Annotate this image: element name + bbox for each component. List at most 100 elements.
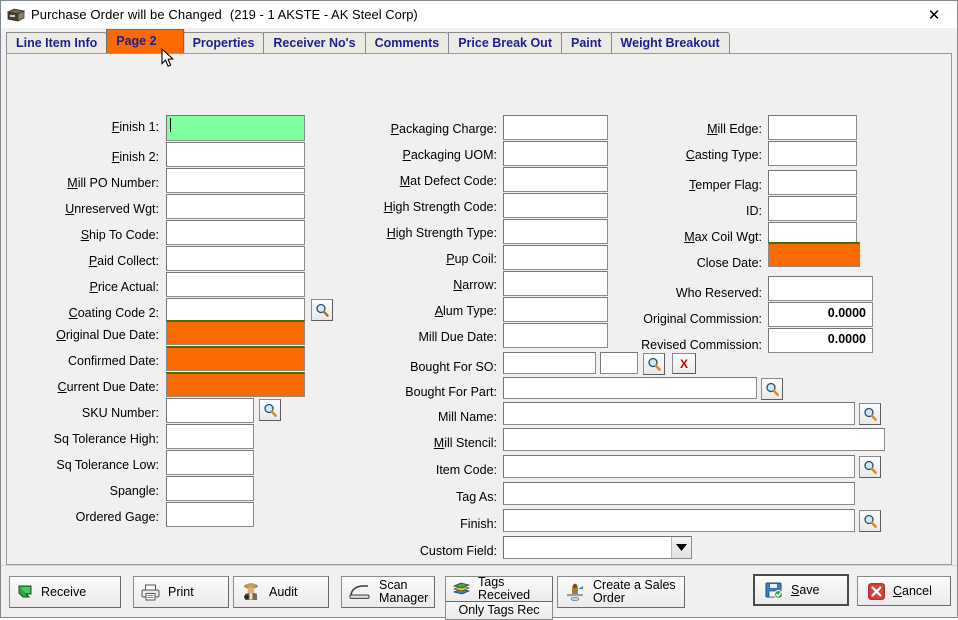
chevron-down-icon[interactable]: [671, 537, 691, 558]
original-due-date-input[interactable]: [166, 320, 305, 345]
original-commission-input[interactable]: 0.0000: [768, 302, 873, 327]
finish-2-input[interactable]: [166, 142, 305, 167]
tags-received-button[interactable]: Tags Received: [445, 576, 553, 602]
save-button[interactable]: Save: [753, 574, 849, 606]
high-strength-code-input[interactable]: [503, 193, 608, 218]
label-price-actual: Price Actual:: [89, 280, 159, 294]
label-pup-coil: Pup Coil:: [446, 252, 497, 266]
temper-flag-input[interactable]: [768, 170, 857, 195]
bought-for-part-lookup-magnifier-icon[interactable]: [761, 378, 783, 400]
label-id: ID:: [746, 204, 762, 218]
tab-weight-breakout[interactable]: Weight Breakout: [610, 32, 730, 53]
price-actual-input[interactable]: [166, 272, 305, 297]
tags-received-label: Tags Received: [478, 575, 531, 602]
audit-label: Audit: [269, 584, 298, 599]
confirmed-date-input[interactable]: [166, 346, 305, 371]
packaging-charge-input[interactable]: [503, 115, 608, 140]
revised-commission-input[interactable]: 0.0000: [768, 328, 873, 353]
tab-receiver-nos[interactable]: Receiver No's: [263, 32, 366, 53]
high-strength-type-input[interactable]: [503, 219, 608, 244]
current-due-date-input[interactable]: [166, 372, 305, 397]
bought-for-so-clear-x-icon[interactable]: X: [672, 353, 696, 374]
bought-for-part-input[interactable]: [503, 377, 757, 399]
tab-properties[interactable]: Properties: [182, 32, 265, 53]
label-mill-name: Mill Name:: [437, 410, 497, 424]
custom-field-combobox[interactable]: [503, 536, 692, 559]
mill-name-lookup-magnifier-icon[interactable]: [859, 403, 881, 425]
tab-price-break-out[interactable]: Price Break Out: [448, 32, 562, 53]
label-tag-as: Tag As:: [456, 490, 497, 504]
po-box-icon: [7, 7, 25, 23]
casting-type-input[interactable]: [768, 141, 857, 166]
receive-button[interactable]: Receive: [9, 576, 121, 608]
sales-order-icon: [565, 583, 585, 602]
label-ship-to-code: Ship To Code:: [80, 228, 159, 242]
finish-lookup-magnifier-icon[interactable]: [859, 510, 881, 532]
scan-manager-button[interactable]: Scan Manager: [341, 576, 435, 608]
scanner-icon: [349, 584, 371, 600]
audit-button[interactable]: Audit: [233, 576, 329, 608]
books-icon: [453, 581, 470, 597]
label-custom-field: Custom Field:: [419, 544, 497, 558]
close-date-input[interactable]: [768, 242, 860, 267]
label-finish-1: Finish 1:: [111, 120, 159, 134]
label-bought-for-so: Bought For SO:: [410, 360, 497, 374]
narrow-input[interactable]: [503, 271, 608, 296]
who-reserved-input[interactable]: [768, 276, 873, 301]
label-mat-defect-code: Mat Defect Code:: [399, 174, 497, 188]
pup-coil-input[interactable]: [503, 245, 608, 270]
label-coating-code-2: Coating Code 2:: [68, 306, 159, 320]
label-temper-flag: Temper Flag:: [689, 178, 762, 192]
label-alum-type: Alum Type:: [434, 304, 497, 318]
mat-defect-code-input[interactable]: [503, 167, 608, 192]
tab-comments[interactable]: Comments: [364, 32, 450, 53]
label-high-strength-type: High Strength Type:: [386, 226, 497, 240]
window-subtitle: (219 - 1 AKSTE - AK Steel Corp): [229, 7, 418, 22]
item-code-lookup-magnifier-icon[interactable]: [859, 456, 881, 478]
mill-stencil-input[interactable]: [503, 428, 885, 451]
spangle-input[interactable]: [166, 476, 254, 501]
mill-due-date-input[interactable]: [503, 323, 608, 348]
sq-tolerance-high-input[interactable]: [166, 424, 254, 449]
sku-number-lookup-magnifier-icon[interactable]: [259, 399, 281, 421]
mill-name-input[interactable]: [503, 402, 855, 425]
id-input[interactable]: [768, 196, 857, 221]
label-high-strength-code: High Strength Code:: [383, 200, 497, 214]
ordered-gage-input[interactable]: [166, 502, 254, 527]
bought-for-so-input[interactable]: [503, 352, 596, 374]
label-finish-2: Finish 2:: [111, 150, 159, 164]
mill-po-number-input[interactable]: [166, 168, 305, 193]
window-title: Purchase Order will be Changed: [31, 7, 222, 22]
label-sq-tolerance-high: Sq Tolerance High:: [53, 432, 159, 446]
finish-input[interactable]: [503, 509, 855, 532]
alum-type-input[interactable]: [503, 297, 608, 322]
tab-line-item-info[interactable]: Line Item Info: [6, 32, 108, 53]
close-icon[interactable]: ✕: [911, 1, 957, 28]
sku-number-input[interactable]: [166, 398, 254, 423]
receive-label: Receive: [41, 584, 87, 599]
only-tags-rec-label: Only Tags Rec: [458, 603, 540, 617]
tab-page-2[interactable]: Page 2: [106, 29, 184, 53]
ship-to-code-input[interactable]: [166, 220, 305, 245]
label-packaging-uom: Packaging UOM:: [402, 148, 498, 162]
sq-tolerance-low-input[interactable]: [166, 450, 254, 475]
create-sales-order-button[interactable]: Create a Sales Order: [557, 576, 685, 608]
unreserved-wgt-input[interactable]: [166, 194, 305, 219]
tag-as-input[interactable]: [503, 482, 855, 505]
print-button[interactable]: Print: [133, 576, 229, 608]
label-revised-commission: Revised Commission:: [641, 338, 762, 352]
mill-edge-input[interactable]: [768, 115, 857, 140]
paid-collect-input[interactable]: [166, 246, 305, 271]
only-tags-rec-button[interactable]: Only Tags Rec: [445, 602, 553, 620]
coating-code-2-lookup-magnifier-icon[interactable]: [311, 299, 333, 321]
bought-for-so-line-input[interactable]: [600, 352, 638, 374]
dialog-window: Purchase Order will be Changed (219 - 1 …: [0, 0, 958, 620]
item-code-input[interactable]: [503, 455, 855, 478]
cancel-button[interactable]: Cancel: [857, 576, 951, 606]
bought-for-so-lookup-magnifier-icon[interactable]: [643, 353, 665, 375]
label-unreserved-wgt: Unreserved Wgt:: [65, 202, 159, 216]
packaging-uom-input[interactable]: [503, 141, 608, 166]
finish-1-input[interactable]: [166, 115, 305, 141]
red-x-icon: [868, 582, 885, 600]
tab-paint[interactable]: Paint: [560, 32, 612, 53]
